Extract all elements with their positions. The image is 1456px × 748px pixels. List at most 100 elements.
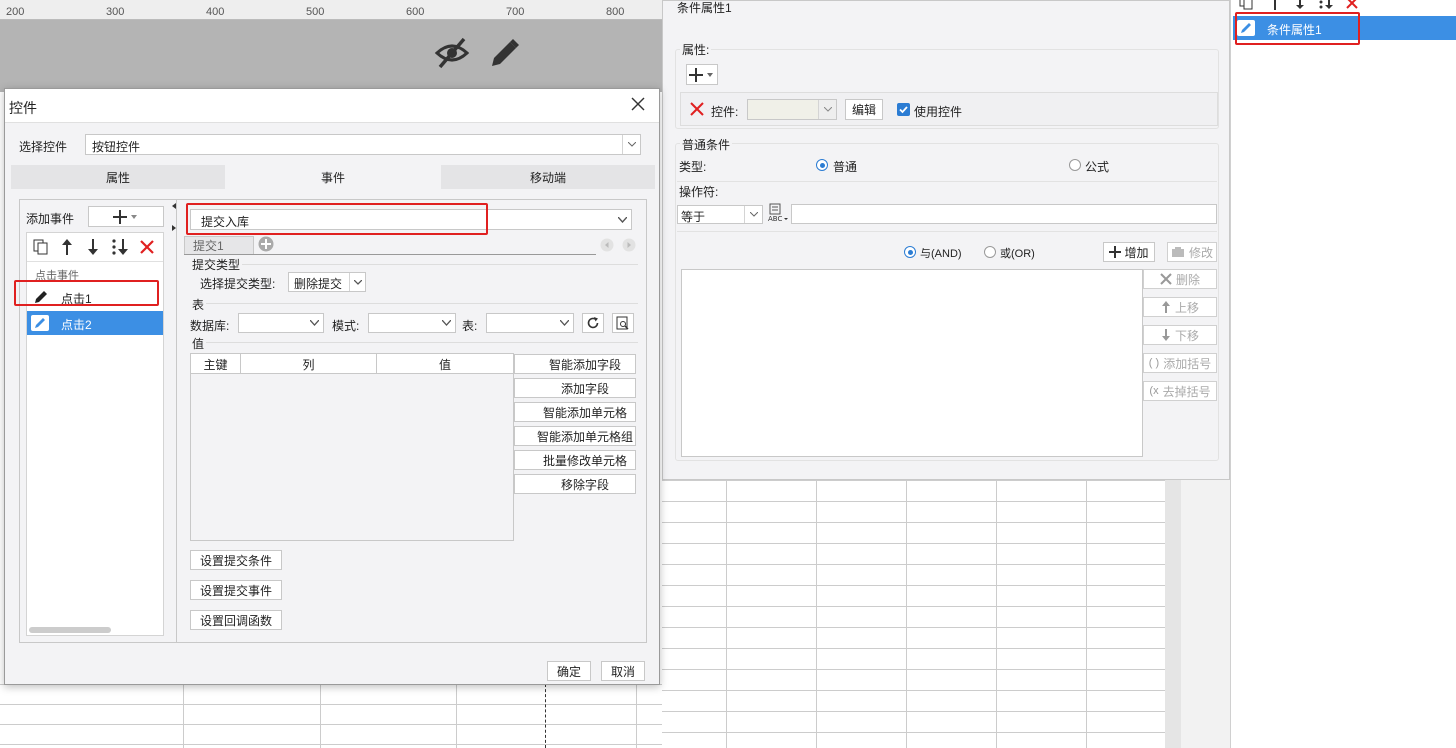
dialog-title: 控件 xyxy=(9,100,37,116)
column-header[interactable]: 列 xyxy=(241,354,377,374)
type-formula-radio[interactable] xyxy=(1069,159,1081,171)
divider xyxy=(206,342,638,343)
action-type-value: 提交入库 xyxy=(201,215,250,229)
tab-underline xyxy=(184,254,596,255)
use-control-checkbox[interactable] xyxy=(897,103,910,116)
dialog-titlebar: 控件 xyxy=(5,89,659,123)
close-icon[interactable] xyxy=(631,97,645,111)
or-radio[interactable] xyxy=(984,246,996,258)
add-bracket-button[interactable]: ( ) 添加括号 xyxy=(1143,353,1217,373)
copy-event-icon[interactable] xyxy=(33,239,49,255)
condition-list-box[interactable] xyxy=(681,269,1143,457)
add-field-button[interactable]: 添加字段 xyxy=(514,378,636,398)
event-item-click1[interactable]: 点击1 xyxy=(27,285,163,309)
button-label: 智能添加单元格 xyxy=(542,405,627,420)
abc-type-icon[interactable]: ABC xyxy=(767,203,789,223)
move-bottom-icon[interactable] xyxy=(1318,0,1336,10)
ok-button[interactable]: 确定 xyxy=(547,661,591,681)
remove-bracket-icon: (x xyxy=(1149,385,1159,397)
ruler-tick: 400 xyxy=(206,6,225,18)
submit-tab[interactable]: 提交1 xyxy=(184,236,254,254)
horizontal-scrollbar[interactable] xyxy=(29,627,111,633)
move-bottom-event-icon[interactable] xyxy=(111,239,131,255)
remove-bracket-button[interactable]: (x 去掉括号 xyxy=(1143,381,1217,401)
action-type-dropdown[interactable]: 提交入库 xyxy=(190,209,632,230)
tab-events[interactable]: 事件 xyxy=(225,165,441,189)
modify-condition-button[interactable]: 修改 xyxy=(1167,242,1217,262)
event-item-label: 点击2 xyxy=(61,318,92,332)
column-header[interactable]: 值 xyxy=(377,354,513,374)
control-label: 控件: xyxy=(711,105,739,119)
set-submit-event-button[interactable]: 设置提交事件 xyxy=(190,580,282,600)
select-control-dropdown[interactable]: 按钮控件 xyxy=(85,134,641,155)
cancel-button-label: 取消 xyxy=(610,664,635,679)
button-label: 移除字段 xyxy=(560,477,609,492)
tab-properties[interactable]: 属性 xyxy=(11,165,225,189)
move-down-condition-button[interactable]: 下移 xyxy=(1143,325,1217,345)
move-up-condition-button[interactable]: 上移 xyxy=(1143,297,1217,317)
delete-condition-label: 删除 xyxy=(1175,272,1200,287)
edit-pencil-icon[interactable] xyxy=(488,36,520,70)
operator-value-input[interactable] xyxy=(791,204,1217,224)
tab-properties-label: 属性 xyxy=(105,170,130,185)
smart-add-cell-button[interactable]: 智能添加单元格 xyxy=(514,402,636,422)
type-normal-radio[interactable] xyxy=(816,159,828,171)
submit-type-select[interactable]: 删除提交 xyxy=(288,272,366,292)
value-section: 值 xyxy=(192,337,205,351)
modify-condition-label: 修改 xyxy=(1188,245,1213,260)
smart-add-cell-group-button[interactable]: 智能添加单元格组 xyxy=(514,426,636,446)
control-select[interactable] xyxy=(747,99,837,120)
type-label: 类型: xyxy=(679,160,707,174)
column-header[interactable]: 主键 xyxy=(191,354,241,374)
add-condition-button[interactable]: 增加 xyxy=(1103,242,1155,262)
add-event-button[interactable] xyxy=(88,206,164,227)
edit-icon xyxy=(1237,20,1255,36)
condition-list-item[interactable]: 条件属性1 xyxy=(1233,16,1456,40)
delete-condition-button[interactable]: 删除 xyxy=(1143,269,1217,289)
ruler-tick: 700 xyxy=(506,6,525,18)
or-label: 或(OR) xyxy=(1000,248,1035,260)
tab-events-label: 事件 xyxy=(320,170,345,185)
hide-icon[interactable] xyxy=(434,36,470,70)
tab-scroll-left-icon[interactable] xyxy=(600,238,614,252)
database-select[interactable] xyxy=(238,313,324,333)
move-down-icon[interactable] xyxy=(1294,0,1306,10)
move-up-icon[interactable] xyxy=(1269,0,1281,10)
table-label: 表: xyxy=(462,319,478,333)
remove-icon[interactable] xyxy=(689,101,705,117)
refresh-button[interactable] xyxy=(582,313,604,333)
normal-section-label: 普通条件 xyxy=(680,136,733,153)
cancel-button[interactable]: 取消 xyxy=(601,661,645,681)
delete-icon[interactable] xyxy=(1345,0,1359,10)
condition-list-panel: 条件属性1 xyxy=(1230,0,1456,748)
edit-button-label: 编辑 xyxy=(851,103,876,117)
add-property-button[interactable] xyxy=(686,64,718,85)
sheet-grid xyxy=(0,684,662,748)
schema-select[interactable] xyxy=(368,313,456,333)
preview-table-button[interactable] xyxy=(612,313,634,333)
move-down-event-icon[interactable] xyxy=(87,239,99,255)
ruler-tick: 500 xyxy=(306,6,325,18)
set-callback-button[interactable]: 设置回调函数 xyxy=(190,610,282,630)
edit-button[interactable]: 编辑 xyxy=(845,99,883,120)
tab-mobile[interactable]: 移动端 xyxy=(441,165,655,189)
smart-add-field-button[interactable]: 智能添加字段 xyxy=(514,354,636,374)
ruler-tick: 800 xyxy=(606,6,625,18)
and-radio[interactable] xyxy=(904,246,916,258)
operator-select[interactable]: 等于 xyxy=(677,205,763,224)
event-item-label: 点击1 xyxy=(61,292,92,306)
move-up-event-icon[interactable] xyxy=(61,239,73,255)
event-item-click2[interactable]: 点击2 xyxy=(27,311,163,335)
value-table[interactable]: 主键 列 值 xyxy=(190,353,514,541)
move-down-condition-label: 下移 xyxy=(1174,328,1199,343)
add-submit-tab-icon[interactable] xyxy=(258,236,274,252)
delete-event-icon[interactable] xyxy=(139,239,155,255)
tab-scroll-right-icon[interactable] xyxy=(622,238,636,252)
set-submit-condition-button[interactable]: 设置提交条件 xyxy=(190,550,282,570)
copy-icon[interactable] xyxy=(1239,0,1253,10)
remove-field-button[interactable]: 移除字段 xyxy=(514,474,636,494)
edit-icon xyxy=(33,289,49,305)
divider xyxy=(206,303,638,304)
table-select[interactable] xyxy=(486,313,574,333)
batch-modify-cell-button[interactable]: 批量修改单元格 xyxy=(514,450,636,470)
